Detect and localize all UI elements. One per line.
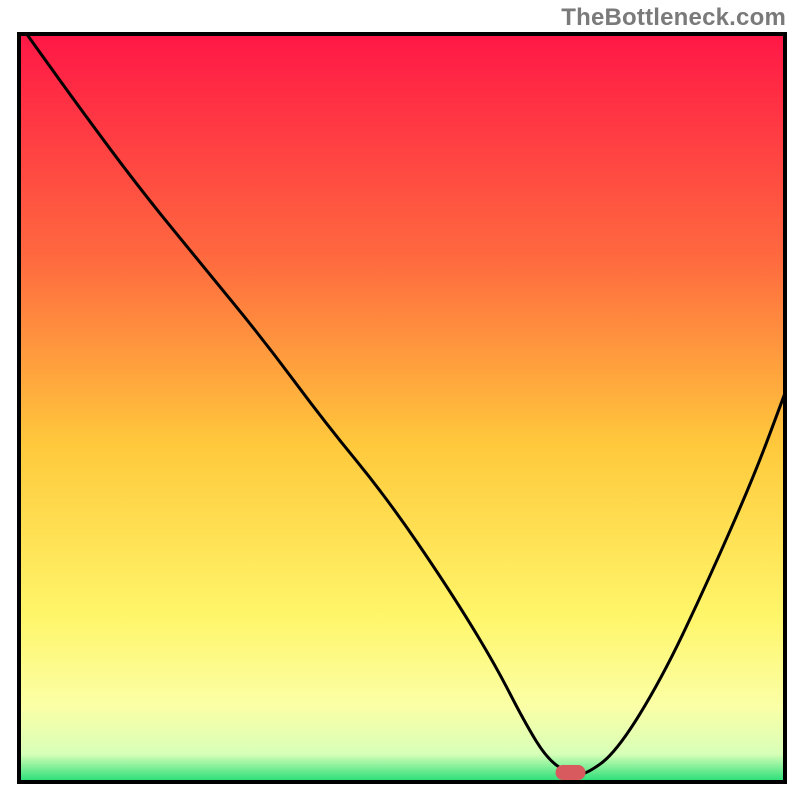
watermark-text: TheBottleneck.com	[561, 4, 786, 32]
chart-container: TheBottleneck.com	[0, 0, 800, 800]
optimal-marker	[556, 765, 586, 780]
bottleneck-chart	[0, 0, 800, 800]
gradient-background	[21, 36, 783, 780]
